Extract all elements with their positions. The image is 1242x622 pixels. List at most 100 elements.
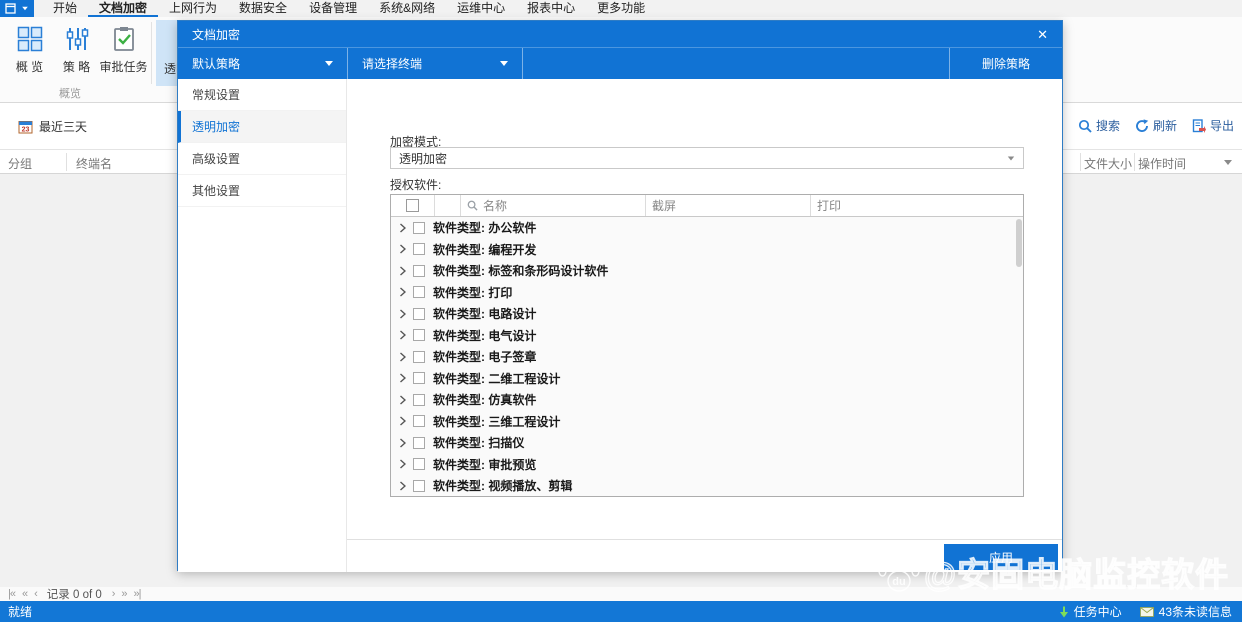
menu-tab-device-management[interactable]: 设备管理 [298, 0, 368, 17]
dialog-nav-transparent-encryption[interactable]: 透明加密 [178, 111, 346, 143]
menu-tab-start[interactable]: 开始 [42, 0, 88, 17]
menu-tab-report-center[interactable]: 报表中心 [516, 0, 586, 17]
menu-tab-ops-center[interactable]: 运维中心 [446, 0, 516, 17]
ribbon-button-policy[interactable]: 策 略 [53, 20, 100, 86]
row-checkbox[interactable] [413, 221, 425, 234]
close-icon[interactable]: ✕ [1037, 28, 1048, 41]
row-checkbox[interactable] [413, 458, 425, 471]
expand-chevron-icon[interactable] [399, 416, 406, 426]
caret-down-icon [325, 61, 333, 66]
ribbon-button-overview[interactable]: 概 览 [6, 20, 53, 86]
software-category-row[interactable]: 软件类型: 审批预览 [391, 454, 1023, 476]
row-checkbox[interactable] [413, 264, 425, 277]
software-category-row[interactable]: 软件类型: 电路设计 [391, 303, 1023, 325]
status-ready-label: 就绪 [8, 605, 33, 619]
terminal-dropdown-value: 请选择终端 [362, 57, 423, 71]
dialog-nav-advanced-settings[interactable]: 高级设置 [178, 143, 346, 175]
column-header-operation-time[interactable]: 操作时间 [1138, 155, 1186, 172]
expand-chevron-icon[interactable] [399, 459, 406, 469]
menu-tab-system-network[interactable]: 系统&网络 [368, 0, 446, 17]
menu-tab-data-security[interactable]: 数据安全 [228, 0, 298, 17]
software-category-row[interactable]: 软件类型: 标签和条形码设计软件 [391, 260, 1023, 282]
dialog-nav-general-settings[interactable]: 常规设置 [178, 79, 346, 111]
ribbon-button-label: 概 览 [15, 60, 44, 74]
pager-last-icon[interactable]: »| [134, 588, 142, 600]
date-filter-button[interactable]: 23 最近三天 [18, 118, 87, 135]
expander-column-header [435, 195, 461, 216]
expand-chevron-icon[interactable] [399, 373, 406, 383]
delete-policy-button[interactable]: 删除策略 [949, 48, 1062, 79]
pager-next-icon[interactable]: › [112, 588, 116, 600]
row-checkbox[interactable] [413, 243, 425, 256]
expand-chevron-icon[interactable] [399, 244, 406, 254]
expand-chevron-icon[interactable] [399, 309, 406, 319]
software-category-row[interactable]: 软件类型: 电气设计 [391, 325, 1023, 347]
name-column-header[interactable]: 名称 [461, 195, 646, 216]
expand-chevron-icon[interactable] [399, 223, 406, 233]
select-all-checkbox[interactable] [406, 199, 419, 212]
unread-messages-button[interactable]: 43条未读信息 [1139, 603, 1232, 620]
app-menu-button[interactable] [0, 0, 34, 17]
svg-text:23: 23 [22, 127, 30, 134]
dialog-title: 文档加密 [192, 27, 241, 42]
task-center-button[interactable]: 任务中心 [1059, 603, 1122, 620]
software-category-row[interactable]: 软件类型: 二维工程设计 [391, 368, 1023, 390]
pager-prev-page-icon[interactable]: « [22, 588, 28, 600]
row-checkbox[interactable] [413, 479, 425, 492]
expand-chevron-icon[interactable] [399, 352, 406, 362]
row-checkbox[interactable] [413, 436, 425, 449]
software-category-label: 软件类型: 编程开发 [433, 242, 537, 257]
column-header-file-size[interactable]: 文件大小 [1084, 155, 1132, 172]
authorized-software-table: 名称 截屏 打印 软件类型: 办公软件 软件类型: 编程开发 软件类型: 标签和… [390, 194, 1024, 497]
pager-first-icon[interactable]: |« [8, 588, 16, 600]
table-scrollbar[interactable] [1016, 219, 1022, 267]
row-checkbox[interactable] [413, 372, 425, 385]
expand-chevron-icon[interactable] [399, 266, 406, 276]
column-divider [1134, 153, 1135, 171]
expand-chevron-icon[interactable] [399, 481, 406, 491]
refresh-tool-button[interactable]: 刷新 [1135, 117, 1177, 134]
window-icon [5, 3, 16, 14]
dialog-nav-other-settings[interactable]: 其他设置 [178, 175, 346, 207]
caret-down-icon [22, 6, 28, 11]
software-category-row[interactable]: 软件类型: 打印 [391, 282, 1023, 304]
expand-chevron-icon[interactable] [399, 330, 406, 340]
expand-chevron-icon[interactable] [399, 438, 406, 448]
pager-next-page-icon[interactable]: » [121, 588, 127, 600]
software-category-row[interactable]: 软件类型: 视频播放、剪辑 [391, 475, 1023, 497]
ribbon-button-approval-tasks[interactable]: 审批任务 [100, 20, 148, 86]
pager-prev-icon[interactable]: ‹ [34, 588, 38, 600]
pager: |« « ‹ 记录 0 of 0 › » »| [0, 587, 1242, 601]
column-header-group[interactable]: 分组 [8, 155, 32, 172]
terminal-dropdown[interactable]: 请选择终端 [348, 48, 523, 79]
search-tool-button[interactable]: 搜索 [1078, 117, 1120, 134]
column-filter-caret-icon[interactable] [1224, 160, 1232, 165]
software-category-row[interactable]: 软件类型: 扫描仪 [391, 432, 1023, 454]
software-category-row[interactable]: 软件类型: 仿真软件 [391, 389, 1023, 411]
date-filter-label: 最近三天 [39, 120, 88, 134]
print-column-header[interactable]: 打印 [811, 195, 1023, 216]
software-category-row[interactable]: 软件类型: 办公软件 [391, 217, 1023, 239]
row-checkbox[interactable] [413, 393, 425, 406]
encrypt-mode-select[interactable]: 透明加密 [390, 147, 1024, 169]
column-header-terminal-name[interactable]: 终端名 [76, 155, 112, 172]
expand-chevron-icon[interactable] [399, 395, 406, 405]
encrypt-mode-value: 透明加密 [399, 151, 448, 166]
software-category-row[interactable]: 软件类型: 电子签章 [391, 346, 1023, 368]
row-checkbox[interactable] [413, 307, 425, 320]
screenshot-column-header[interactable]: 截屏 [646, 195, 811, 216]
expand-chevron-icon[interactable] [399, 287, 406, 297]
menu-tab-internet-behavior[interactable]: 上网行为 [158, 0, 228, 17]
row-checkbox[interactable] [413, 329, 425, 342]
software-category-row[interactable]: 软件类型: 三维工程设计 [391, 411, 1023, 433]
policy-dropdown[interactable]: 默认策略 [178, 48, 348, 79]
menu-tab-more-functions[interactable]: 更多功能 [586, 0, 656, 17]
row-checkbox[interactable] [413, 415, 425, 428]
apply-button[interactable]: 应用 [944, 544, 1058, 570]
export-tool-button[interactable]: 导出 [1192, 117, 1234, 134]
software-category-row[interactable]: 软件类型: 编程开发 [391, 239, 1023, 261]
row-checkbox[interactable] [413, 350, 425, 363]
menu-tab-doc-encryption[interactable]: 文档加密 [88, 0, 159, 17]
tool-label: 导出 [1209, 119, 1234, 133]
row-checkbox[interactable] [413, 286, 425, 299]
